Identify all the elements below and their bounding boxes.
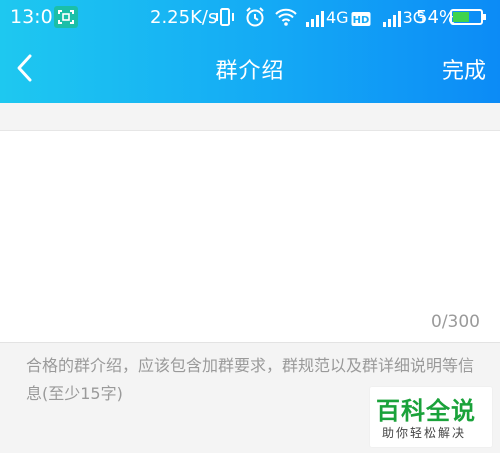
- signal-4g-group: 4G HD: [306, 8, 371, 27]
- screenshot-icon: [54, 6, 78, 28]
- page-title: 群介绍: [215, 58, 285, 84]
- status-icons: 4G HD 3G: [214, 0, 425, 34]
- vibrate-icon: [216, 8, 234, 26]
- alarm-icon: [246, 7, 264, 27]
- svg-text:HD: HD: [352, 15, 369, 26]
- signal-icon: [306, 10, 324, 27]
- intro-editor: 0/300: [0, 131, 500, 343]
- signal-icon-2: [382, 10, 401, 27]
- hd-icon: HD: [351, 11, 371, 26]
- char-counter: 0/300: [431, 312, 480, 332]
- battery-icon: [450, 0, 488, 34]
- intro-textarea[interactable]: [0, 131, 500, 301]
- top-spacer: [0, 103, 500, 131]
- watermark-sub-text: 助你轻松解决: [382, 426, 467, 440]
- watermark-logo: 百科全说 助你轻松解决: [370, 387, 492, 447]
- status-bar: 13:03 2.25K/s 4G HD 3G 54%: [0, 0, 500, 34]
- wifi-icon: [275, 8, 297, 26]
- watermark-main-text: 百科全说: [376, 397, 476, 425]
- done-button[interactable]: 完成: [442, 34, 486, 103]
- nav-bar: 群介绍 完成: [0, 34, 500, 103]
- network-label-4g: 4G: [326, 7, 349, 27]
- status-net-speed: 2.25K/s: [150, 6, 218, 28]
